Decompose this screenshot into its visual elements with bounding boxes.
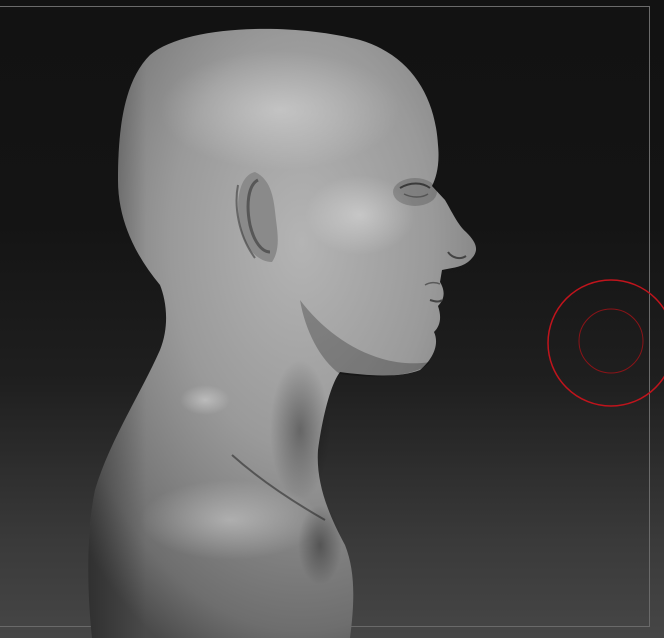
eye [393,178,437,206]
brush-cursor[interactable] [547,279,664,407]
neck-shadow [270,360,330,500]
brush-outer-ring [547,279,664,407]
head-model[interactable] [88,28,477,638]
document-viewport[interactable] [0,0,664,638]
brush-inner-ring [578,308,644,374]
chest-shadow [298,505,342,585]
neck-highlight [180,385,230,415]
sculpt-canvas[interactable] [0,0,664,638]
cranium-highlight [160,50,400,170]
